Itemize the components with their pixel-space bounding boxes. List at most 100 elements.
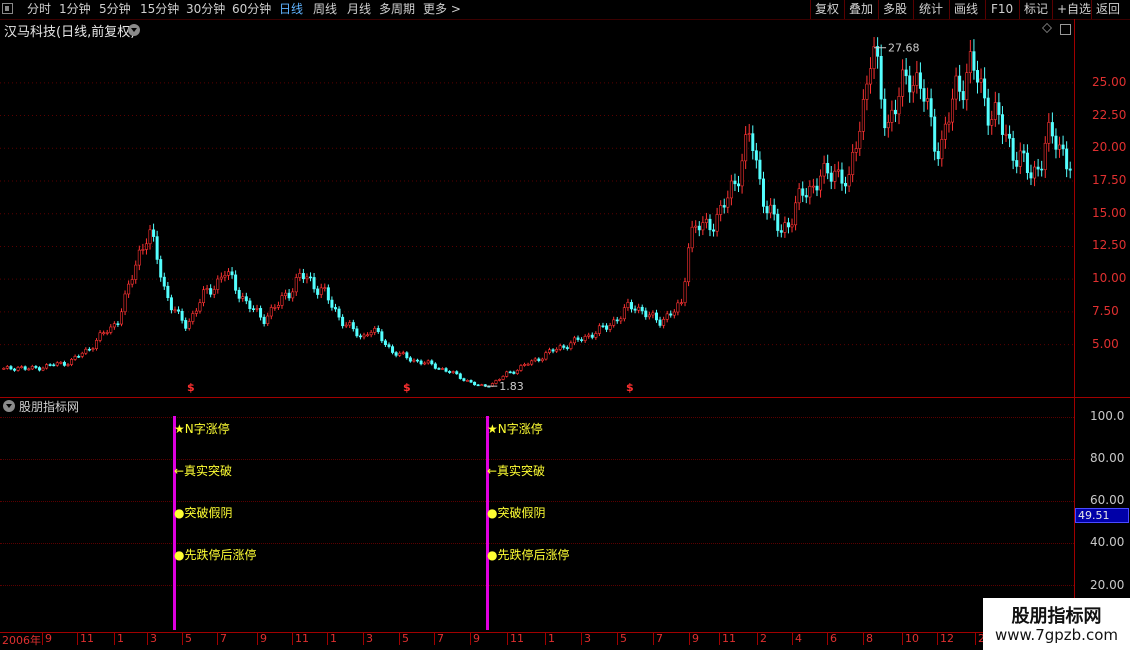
period-tab[interactable]: 多周期 bbox=[379, 1, 415, 18]
candle-body bbox=[387, 344, 391, 347]
x-axis-tickmark bbox=[689, 633, 690, 645]
candle-body bbox=[412, 359, 416, 362]
x-axis-tick: 1 bbox=[548, 632, 555, 645]
candle-body bbox=[975, 70, 979, 83]
candle-body bbox=[676, 302, 680, 313]
candle-body bbox=[141, 249, 145, 251]
x-axis-tickmark bbox=[902, 633, 903, 645]
candle-body bbox=[426, 360, 430, 364]
candle-body bbox=[2, 367, 6, 370]
candle-body bbox=[144, 243, 148, 250]
indicator-y-tick: 80.00 bbox=[1090, 451, 1125, 465]
candle-body bbox=[1029, 172, 1033, 179]
panel-layout-icon[interactable] bbox=[1060, 24, 1071, 35]
indicator-y-tick: 100.0 bbox=[1090, 409, 1125, 423]
toolbar-action-button[interactable]: 多股 bbox=[883, 1, 907, 18]
period-tab[interactable]: 周线 bbox=[313, 1, 337, 18]
period-tab[interactable]: 分时 bbox=[27, 1, 51, 18]
diamond-icon[interactable] bbox=[1042, 23, 1052, 33]
candle-body bbox=[729, 180, 733, 199]
period-tab[interactable]: 月线 bbox=[347, 1, 371, 18]
watermark-url: www.7gpzb.com bbox=[995, 626, 1118, 644]
candle-body bbox=[523, 364, 527, 366]
candle-body bbox=[526, 363, 530, 366]
candle-body bbox=[284, 292, 288, 296]
candle-body bbox=[223, 275, 227, 278]
toolbar-action-button[interactable]: 复权 bbox=[815, 1, 839, 18]
low-price-marker: 1.83 bbox=[499, 380, 524, 393]
candle-body bbox=[248, 300, 252, 309]
indicator-dropdown-icon[interactable] bbox=[3, 400, 15, 412]
x-axis-tickmark bbox=[719, 633, 720, 645]
candle-body bbox=[868, 68, 872, 85]
toolbar-action-button[interactable]: 返回 bbox=[1096, 1, 1120, 18]
price-chart[interactable]: 27.68 1.83 bbox=[0, 37, 1074, 397]
x-axis-tick: 6 bbox=[830, 632, 837, 645]
candle-body bbox=[1054, 135, 1058, 150]
candle-body bbox=[187, 321, 191, 329]
candle-body bbox=[572, 337, 576, 344]
candle-body bbox=[148, 229, 152, 245]
candle-body bbox=[337, 308, 341, 318]
candle-body bbox=[622, 307, 626, 320]
candle-body bbox=[697, 225, 701, 231]
candle-body bbox=[840, 169, 844, 184]
candle-body bbox=[758, 159, 762, 180]
signal-label-n-limit-up: ★N字涨停 bbox=[174, 422, 230, 436]
candle-body bbox=[191, 313, 195, 322]
candle-body bbox=[469, 380, 473, 383]
candle-body bbox=[619, 318, 623, 322]
x-axis-tick: 1 bbox=[330, 632, 337, 645]
candle-body bbox=[761, 178, 765, 207]
toolbar-action-button[interactable]: F10 bbox=[991, 1, 1013, 18]
candle-body bbox=[943, 123, 947, 140]
candle-body bbox=[512, 371, 516, 374]
toolbar-separator bbox=[878, 0, 879, 19]
candle-body bbox=[430, 360, 434, 365]
candle-body bbox=[654, 312, 658, 321]
period-tab[interactable]: 1分钟 bbox=[59, 1, 91, 18]
menu-icon[interactable] bbox=[2, 3, 13, 14]
candle-body bbox=[305, 276, 309, 280]
candle-body bbox=[1008, 133, 1012, 139]
toolbar-action-button[interactable]: 统计 bbox=[919, 1, 943, 18]
candle-body bbox=[651, 312, 655, 316]
candle-body bbox=[626, 302, 630, 308]
candle-body bbox=[794, 202, 798, 226]
toolbar-action-button[interactable]: 叠加 bbox=[849, 1, 873, 18]
candle-body bbox=[362, 334, 366, 338]
x-axis-tickmark bbox=[363, 633, 364, 645]
candle-body bbox=[829, 172, 833, 182]
period-tab[interactable]: 更多 > bbox=[423, 1, 461, 18]
candle-body bbox=[562, 345, 566, 348]
candle-body bbox=[70, 359, 74, 365]
signal-label-limit-down-then-up: ●先跌停后涨停 bbox=[487, 548, 570, 562]
x-axis-tickmark bbox=[792, 633, 793, 645]
candle-body bbox=[1050, 122, 1054, 137]
period-tab[interactable]: 日线 bbox=[279, 1, 303, 18]
indicator-y-tick: 60.00 bbox=[1090, 493, 1125, 507]
candle-body bbox=[1015, 160, 1019, 167]
period-tab[interactable]: 15分钟 bbox=[140, 1, 179, 18]
candle-body bbox=[701, 222, 705, 231]
toolbar-action-button[interactable]: +自选 bbox=[1057, 1, 1091, 18]
toolbar-action-button[interactable]: 标记 bbox=[1024, 1, 1048, 18]
candle-body bbox=[323, 287, 327, 289]
signal-dollar-marker: $ bbox=[187, 381, 195, 394]
candle-body bbox=[940, 139, 944, 160]
period-tab[interactable]: 5分钟 bbox=[99, 1, 131, 18]
candle-body bbox=[922, 88, 926, 102]
indicator-gridline bbox=[0, 417, 1074, 418]
period-tab[interactable]: 30分钟 bbox=[186, 1, 225, 18]
period-tab[interactable]: 60分钟 bbox=[232, 1, 271, 18]
candle-body bbox=[444, 368, 448, 372]
price-y-tick: 7.50 bbox=[1092, 303, 1119, 318]
candle-body bbox=[423, 362, 427, 365]
toolbar-action-button[interactable]: 画线 bbox=[954, 1, 978, 18]
stock-title-dropdown-icon[interactable] bbox=[128, 24, 140, 36]
candle-body bbox=[398, 352, 402, 356]
panel-separator bbox=[0, 397, 1130, 398]
candle-body bbox=[212, 289, 216, 295]
toolbar-separator bbox=[1091, 0, 1092, 19]
candle-body bbox=[465, 380, 469, 382]
